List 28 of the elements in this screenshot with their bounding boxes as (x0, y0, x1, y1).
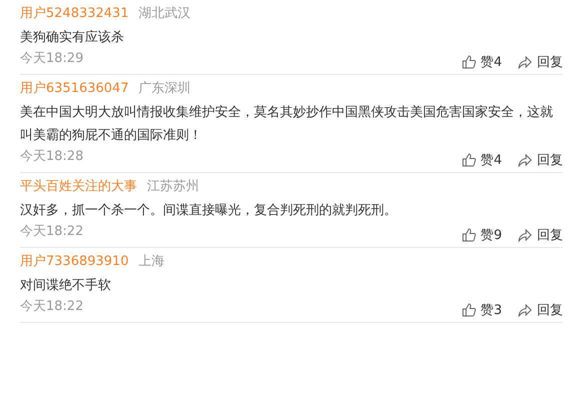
reply-button[interactable]: 回复 (518, 226, 563, 245)
share-arrow-icon (518, 56, 532, 69)
location-text: 上海 (138, 254, 165, 269)
reply-button[interactable]: 回复 (518, 300, 563, 320)
thumbs-up-icon (462, 303, 476, 318)
thumbs-up-icon (462, 228, 476, 242)
comment-text: 美在中国大明大放叫情报收集维护安全，莫名其妙抄作中国黑侠攻击美国危害国家安全，这就叫美霸的狗屁不通的国际准则！ (20, 104, 554, 144)
like-button[interactable]: 赞9 (462, 226, 502, 245)
location-text: 湖北武汉 (138, 6, 191, 21)
reply-button[interactable]: 回复 (518, 150, 563, 170)
share-arrow-icon (518, 304, 532, 317)
comment-text: 汉奸多，抓一个杀一个。间谍直接曝光，复合判死刑的就判死刑。 (20, 202, 398, 220)
share-arrow-icon (518, 154, 532, 167)
thumbs-up-icon (462, 153, 476, 168)
thumbs-up-icon (462, 55, 476, 70)
timestamp: 今天18:22 (20, 298, 84, 316)
location-text: 广东深圳 (138, 81, 191, 96)
like-button[interactable]: 赞4 (462, 150, 502, 170)
reply-button[interactable]: 回复 (518, 52, 563, 72)
like-button[interactable]: 赞3 (462, 300, 502, 320)
like-button[interactable]: 赞4 (462, 52, 502, 72)
timestamp: 今天18:28 (20, 148, 84, 166)
share-arrow-icon (518, 228, 532, 242)
comment-text: 美狗确实有应该杀 (20, 28, 125, 46)
timestamp: 今天18:22 (20, 222, 84, 240)
location-text: 江苏苏州 (147, 179, 199, 194)
timestamp: 今天18:29 (20, 50, 84, 68)
comment-text: 对间谍绝不手软 (20, 276, 112, 294)
